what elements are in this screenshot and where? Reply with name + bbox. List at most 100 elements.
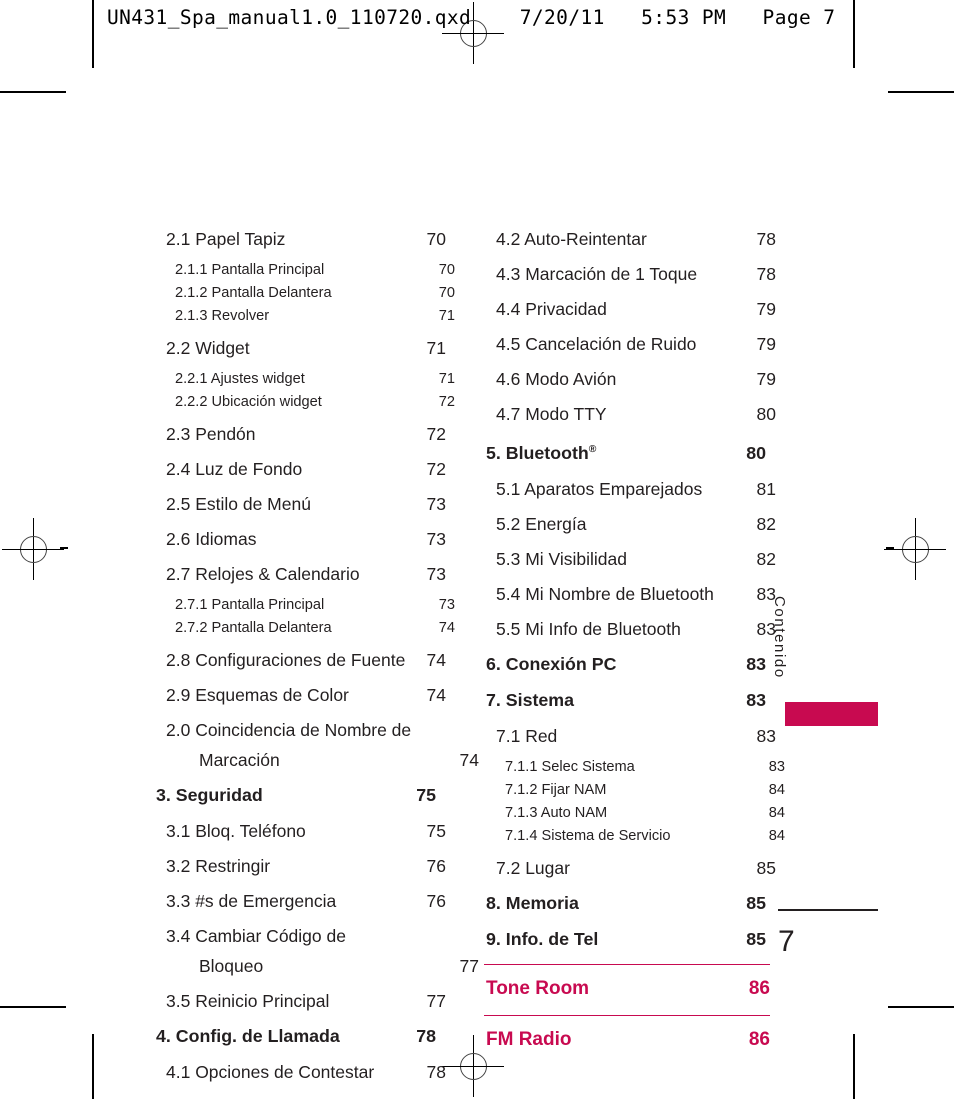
toc-entry[interactable]: 3.1 Bloq. Teléfono 75 [152, 816, 446, 846]
toc-entry[interactable]: 8. Memoria 85 [482, 888, 766, 919]
toc-entry-page: 78 [416, 1026, 436, 1046]
toc-entry[interactable]: 4.2 Auto-Reintentar 78 [482, 224, 776, 254]
toc-entry-page: 80 [756, 404, 776, 424]
toc-entry[interactable]: 4.1 Opciones de Contestar 78 [152, 1057, 446, 1087]
toc-entry-title: 2.0 Coincidencia de Nombre de [166, 720, 412, 740]
toc-entry[interactable]: 3.4 Cambiar Código de [152, 921, 446, 951]
toc-entry-title: 4.1 Opciones de Contestar [166, 1062, 375, 1082]
toc-entry[interactable]: 2.1.2 Pantalla Delantera 70 [152, 282, 455, 305]
toc-entry-title: 7. Sistema [486, 689, 574, 710]
toc-entry-page: 85 [756, 857, 776, 878]
toc-entry-title: 7.1.1 Selec Sistema [505, 758, 635, 775]
toc-entry-title: 3.1 Bloq. Teléfono [166, 821, 306, 841]
toc-entry[interactable]: 7. Sistema 83 [482, 685, 766, 716]
toc-entry-page: 70 [438, 262, 455, 278]
toc-entry-title: 5.1 Aparatos Emparejados [496, 478, 703, 499]
toc-entry[interactable]: 7.1.1 Selec Sistema 83 [482, 756, 785, 779]
toc-entry-page: 76 [426, 856, 446, 876]
toc-entry-title: 2.2.2 Ubicación widget [175, 394, 322, 410]
toc-highlighted-entry[interactable]: FM Radio 86 [484, 1014, 770, 1057]
toc-entry-title: Tone Room [486, 977, 590, 999]
toc-entry[interactable]: 4.7 Modo TTY 80 [482, 399, 776, 429]
toc-entry[interactable]: 4.6 Modo Avión 79 [482, 364, 776, 394]
toc-entry-title: 2.6 Idiomas [166, 529, 257, 549]
toc-entry[interactable]: 5.2 Energía 82 [482, 509, 776, 539]
toc-entry[interactable]: 5.3 Mi Visibilidad 82 [482, 544, 776, 574]
toc-entry-page: 72 [438, 394, 455, 410]
registered-trademark-symbol: ® [588, 444, 597, 455]
toc-entry[interactable]: 2.8 Configuraciones de Fuente 74 [152, 645, 446, 675]
toc-entry-title: 2.2.1 Ajustes widget [175, 371, 305, 387]
toc-entry[interactable]: 4. Config. de Llamada 78 [152, 1021, 436, 1052]
toc-entry-title: FM Radio [486, 1028, 572, 1050]
toc-entry-title: 2.1.3 Revolver [175, 308, 270, 324]
toc-entry-title: 7.2 Lugar [496, 857, 570, 878]
toc-entry[interactable]: 2.2.1 Ajustes widget 71 [152, 368, 455, 391]
toc-entry-page: 75 [416, 785, 436, 805]
toc-entry[interactable]: 7.1 Red 83 [482, 721, 776, 751]
toc-entry[interactable]: 4.4 Privacidad 79 [482, 294, 776, 324]
toc-highlighted-entry[interactable]: Tone Room 86 [484, 963, 770, 1006]
table-of-contents: 2.1 Papel Tapiz 70 2.1.1 Pantalla Principa… [152, 224, 785, 1087]
toc-entry[interactable]: 3. Seguridad 75 [152, 780, 436, 811]
toc-entry-page: 72 [426, 424, 446, 444]
toc-entry-page: 82 [756, 513, 776, 534]
toc-entry-page: 85 [746, 892, 766, 913]
toc-entry-page: 72 [426, 459, 446, 479]
toc-entry[interactable]: 5.1 Aparatos Emparejados 81 [482, 474, 776, 504]
toc-entry-title: 3. Seguridad [156, 785, 263, 805]
toc-entry-page: 71 [426, 338, 446, 358]
toc-entry[interactable]: 2.1.1 Pantalla Principal 70 [152, 259, 455, 282]
toc-entry-title: 4.2 Auto-Reintentar [496, 229, 647, 249]
toc-entry[interactable]: 3.2 Restringir 76 [152, 851, 446, 881]
toc-entry-page: 73 [438, 597, 455, 613]
toc-entry-title: 2.8 Configuraciones de Fuente [166, 650, 406, 670]
toc-entry[interactable]: 2.3 Pendón 72 [152, 419, 446, 449]
toc-entry[interactable]: 2.7.1 Pantalla Principal 73 [152, 594, 455, 617]
toc-entry-title: 8. Memoria [486, 892, 579, 913]
toc-entry-title: 4.7 Modo TTY [496, 404, 607, 424]
toc-entry[interactable]: 2.2.2 Ubicación widget 72 [152, 391, 455, 414]
toc-entry-page: 73 [426, 494, 446, 514]
toc-entry[interactable]: 2.4 Luz de Fondo 72 [152, 454, 446, 484]
toc-entry[interactable]: 7.2 Lugar 85 [482, 853, 776, 883]
toc-entry-title: 5.2 Energía [496, 513, 587, 534]
toc-entry[interactable]: 2.6 Idiomas 73 [152, 524, 446, 554]
section-side-tab-marker [785, 702, 878, 726]
toc-entry-page: 74 [459, 750, 479, 770]
toc-entry-page: 79 [756, 369, 776, 389]
toc-highlighted-group: Tone Room 86 FM Radio 86 [484, 963, 770, 1057]
toc-entry[interactable]: 2.7.2 Pantalla Delantera 74 [152, 617, 455, 640]
toc-entry-title: 5.3 Mi Visibilidad [496, 548, 627, 569]
toc-entry[interactable]: 4.5 Cancelación de Ruido 79 [482, 329, 776, 359]
toc-entry[interactable]: 4.3 Marcación de 1 Toque 78 [482, 259, 776, 289]
toc-entry[interactable]: 5.4 Mi Nombre de Bluetooth 83 [482, 579, 776, 609]
toc-entry[interactable]: 2.1 Papel Tapiz 70 [152, 224, 446, 254]
toc-entry-page: 71 [438, 371, 455, 387]
toc-entry-title: 3.3 #s de Emergencia [166, 891, 337, 911]
toc-entry[interactable]: 6. Conexión PC 83 [482, 649, 766, 680]
toc-entry[interactable]: 3.5 Reinicio Principal 77 [152, 986, 446, 1016]
toc-entry[interactable]: 9. Info. de Tel 85 [482, 924, 766, 955]
toc-entry[interactable]: 2.1.3 Revolver 71 [152, 305, 455, 328]
toc-entry[interactable]: 7.1.2 Fijar NAM 84 [482, 779, 785, 802]
toc-entry-page: 71 [438, 308, 455, 324]
toc-entry[interactable]: 2.7 Relojes & Calendario 73 [152, 559, 446, 589]
toc-entry[interactable]: 2.5 Estilo de Menú 73 [152, 489, 446, 519]
toc-entry[interactable]: 5. Bluetooth® 80 [482, 434, 766, 469]
toc-entry-page: 84 [768, 827, 785, 844]
toc-entry[interactable]: 2.0 Coincidencia de Nombre de [152, 715, 446, 745]
toc-entry-title: 5. Bluetooth® [486, 442, 597, 463]
toc-entry[interactable]: 7.1.3 Auto NAM 84 [482, 802, 785, 825]
toc-entry-continuation[interactable]: Marcación 74 [152, 745, 479, 775]
toc-entry-title: 3.4 Cambiar Código de [166, 926, 346, 946]
toc-entry-page: 75 [426, 821, 446, 841]
toc-entry-page: 77 [459, 956, 479, 976]
page-number: 7 [778, 925, 795, 958]
toc-entry[interactable]: 2.2 Widget 71 [152, 333, 446, 363]
toc-entry[interactable]: 7.1.4 Sistema de Servicio 84 [482, 825, 785, 848]
toc-entry-continuation[interactable]: Bloqueo 77 [152, 951, 479, 981]
toc-entry[interactable]: 2.9 Esquemas de Color 74 [152, 680, 446, 710]
toc-entry[interactable]: 5.5 Mi Info de Bluetooth 83 [482, 614, 776, 644]
toc-entry[interactable]: 3.3 #s de Emergencia 76 [152, 886, 446, 916]
